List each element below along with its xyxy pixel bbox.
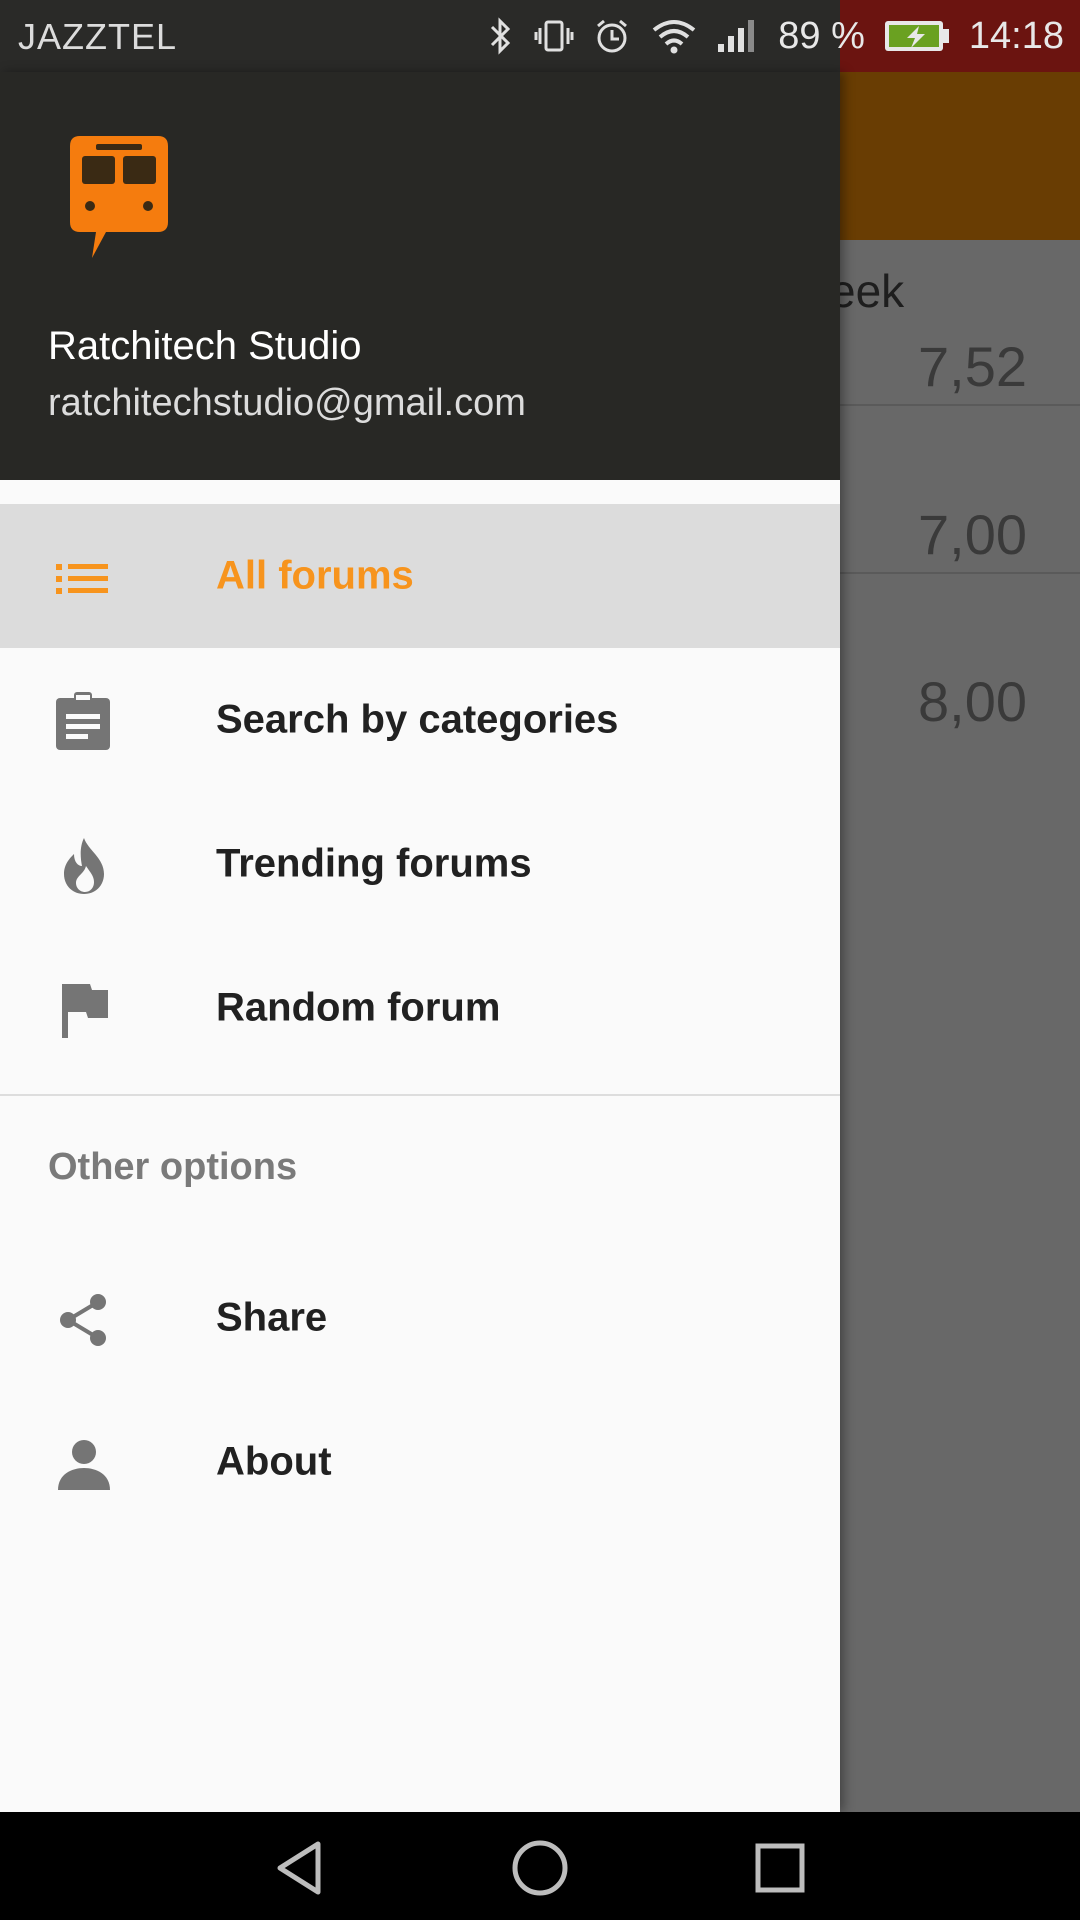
carrier-name: JAZZTEL: [18, 16, 178, 57]
recents-icon[interactable]: [750, 1838, 810, 1898]
menu-label: Trending forums: [216, 841, 532, 886]
back-icon[interactable]: [270, 1838, 330, 1898]
flame-icon: [64, 838, 104, 894]
menu-label: Search by categories: [216, 697, 619, 742]
signal-icon: [718, 20, 755, 52]
list-icon: [56, 564, 108, 594]
navigation-drawer: Ratchitech Studio ratchitechstudio@gmail…: [0, 72, 840, 1812]
menu-item-share[interactable]: Share: [0, 1246, 840, 1390]
value-row-3: 8,00: [918, 670, 1027, 733]
clipboard-icon: [56, 692, 110, 750]
battery-charging-icon: [884, 21, 949, 51]
row-divider: [840, 572, 1080, 574]
user-email: ratchitechstudio@gmail.com: [48, 382, 526, 424]
menu-label: All forums: [216, 553, 414, 598]
menu-label: Random forum: [216, 985, 501, 1030]
user-name: Ratchitech Studio: [48, 324, 362, 368]
value-row-2: 7,00: [918, 503, 1027, 566]
home-icon[interactable]: [510, 1838, 570, 1898]
menu-item-all-forums[interactable]: All forums: [0, 504, 840, 648]
person-icon: [58, 1440, 110, 1490]
row-divider: [840, 404, 1080, 406]
train-chat-logo: [70, 136, 168, 258]
value-row-1: 7,52: [918, 335, 1027, 398]
other-options-header: Other options: [0, 1096, 840, 1246]
menu-label: About: [216, 1439, 332, 1484]
menu-item-about[interactable]: About: [0, 1390, 840, 1534]
week-label: eek: [830, 265, 905, 317]
menu-label: Share: [216, 1295, 328, 1340]
menu-item-search-by-categories[interactable]: Search by categories: [0, 648, 840, 792]
flag-icon: [62, 984, 108, 1038]
status-bar: JAZZTEL 89 % 14:18: [0, 0, 1080, 72]
system-nav-bar: [0, 1812, 1080, 1920]
battery-percent: 89 %: [778, 14, 865, 57]
section-title: Other options: [48, 1146, 298, 1188]
menu-item-random-forum[interactable]: Random forum: [0, 936, 840, 1080]
status-icons: 89 % 14:18: [486, 0, 1064, 72]
vibrate-icon: [534, 20, 574, 52]
wifi-icon: [653, 20, 696, 54]
menu-item-trending-forums[interactable]: Trending forums: [0, 792, 840, 936]
drawer-menu: All forums Search by categories Trending…: [0, 504, 840, 1534]
share-icon: [60, 1294, 106, 1346]
alarm-icon: [597, 19, 628, 53]
clock: 14:18: [968, 14, 1064, 57]
drawer-header: Ratchitech Studio ratchitechstudio@gmail…: [0, 72, 840, 480]
bluetooth-icon: [491, 17, 511, 55]
